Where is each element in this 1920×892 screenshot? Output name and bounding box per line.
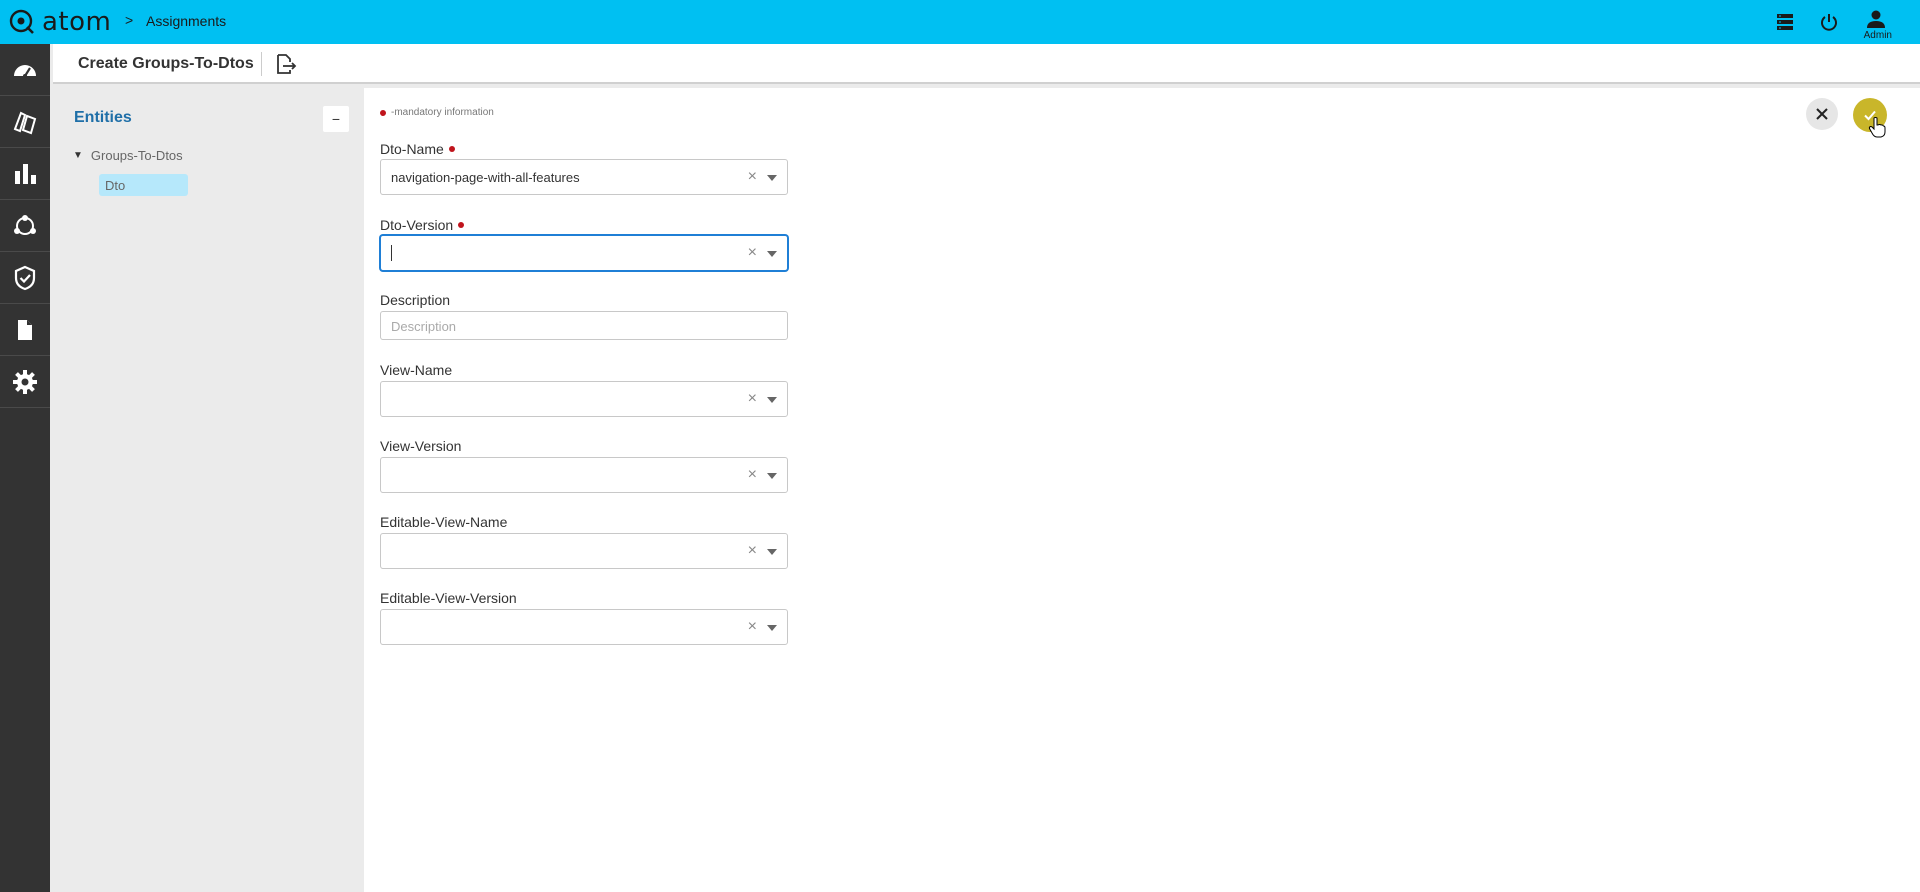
breadcrumb[interactable]: Assignments xyxy=(146,13,226,29)
server-icon[interactable] xyxy=(1773,10,1797,34)
view-name-label-text: View-Name xyxy=(380,362,453,378)
power-icon[interactable] xyxy=(1817,10,1841,34)
editable-view-name-select[interactable]: × xyxy=(380,533,788,569)
app-logo[interactable]: atom xyxy=(8,8,111,36)
dto-name-value: navigation-page-with-all-features xyxy=(391,170,580,185)
chevron-down-icon[interactable] xyxy=(767,175,777,181)
clear-icon[interactable]: × xyxy=(748,168,757,186)
mandatory-note: -mandatory information xyxy=(380,107,494,118)
description-input[interactable]: Description xyxy=(380,311,788,340)
clear-icon[interactable]: × xyxy=(748,542,757,560)
nav-dashboard[interactable] xyxy=(0,44,50,96)
clear-icon[interactable]: × xyxy=(748,244,757,262)
sidebar xyxy=(0,44,50,892)
header-divider xyxy=(261,52,262,76)
view-version-label: View-Version xyxy=(380,438,461,454)
bar-chart-icon xyxy=(15,163,36,184)
view-version-select[interactable]: × xyxy=(380,457,788,493)
mouse-pointer-icon xyxy=(1868,117,1886,138)
description-label: Description xyxy=(380,292,450,308)
chevron-down-icon[interactable] xyxy=(767,473,777,479)
editable-view-version-label: Editable-View-Version xyxy=(380,590,517,606)
dto-version-label: Dto-Version xyxy=(380,217,465,233)
entities-title: Entities xyxy=(74,109,132,126)
nav-security[interactable] xyxy=(0,252,50,304)
tree-expand-icon[interactable]: ▼ xyxy=(73,150,83,161)
editable-view-name-label: Editable-View-Name xyxy=(380,514,507,530)
chevron-down-icon[interactable] xyxy=(767,397,777,403)
dashboard-icon xyxy=(14,64,36,78)
cancel-button[interactable] xyxy=(1806,98,1838,130)
view-name-label: View-Name xyxy=(380,362,452,378)
form-panel: -mandatory information Dto-Name navigati… xyxy=(364,88,1920,892)
atom-logo-icon xyxy=(9,9,34,34)
logo-text: atom xyxy=(42,7,112,37)
required-dot-icon xyxy=(380,109,386,116)
tree-item-dto[interactable]: Dto xyxy=(99,174,188,196)
entities-panel: Entities − ▼ Groups-To-Dtos Dto xyxy=(53,88,364,892)
clear-icon[interactable]: × xyxy=(748,390,757,408)
required-dot-icon xyxy=(448,146,455,152)
clear-icon[interactable]: × xyxy=(748,618,757,636)
required-dot-icon xyxy=(458,222,465,228)
description-placeholder: Description xyxy=(391,319,457,334)
document-icon xyxy=(18,319,32,340)
dto-name-label: Dto-Name xyxy=(380,141,455,157)
breadcrumb-separator: > xyxy=(125,12,134,28)
nav-settings[interactable] xyxy=(0,356,50,408)
network-icon xyxy=(14,214,36,235)
dto-name-select[interactable]: navigation-page-with-all-features × xyxy=(380,159,788,195)
chevron-down-icon[interactable] xyxy=(767,251,777,257)
tree-item-label: Groups-To-Dtos xyxy=(90,148,183,163)
close-icon xyxy=(1816,108,1828,120)
tree-item-groups-to-dtos[interactable]: ▼ Groups-To-Dtos xyxy=(73,148,183,163)
view-version-label-text: View-Version xyxy=(380,438,462,454)
view-name-select[interactable]: × xyxy=(380,381,788,417)
mandatory-note-text: -mandatory information xyxy=(391,107,494,118)
chevron-down-icon[interactable] xyxy=(767,549,777,555)
dto-version-label-text: Dto-Version xyxy=(380,217,454,233)
gear-icon xyxy=(13,369,37,394)
editable-view-name-label-text: Editable-View-Name xyxy=(380,514,508,530)
export-document-icon[interactable] xyxy=(273,52,297,76)
description-label-text: Description xyxy=(380,292,451,308)
user-icon[interactable] xyxy=(1864,7,1888,31)
editable-view-version-select[interactable]: × xyxy=(380,609,788,645)
text-cursor xyxy=(391,245,392,261)
collapse-button[interactable]: − xyxy=(323,106,349,132)
nav-analytics[interactable] xyxy=(0,148,50,200)
cards-icon xyxy=(13,111,37,134)
page-title: Create Groups-To-Dtos xyxy=(78,55,254,72)
shield-check-icon xyxy=(14,265,36,290)
dto-name-label-text: Dto-Name xyxy=(380,141,444,157)
editable-view-version-label-text: Editable-View-Version xyxy=(380,590,517,606)
chevron-down-icon[interactable] xyxy=(767,625,777,631)
nav-network[interactable] xyxy=(0,200,50,252)
clear-icon[interactable]: × xyxy=(748,466,757,484)
page-header: Create Groups-To-Dtos xyxy=(53,44,1920,84)
nav-documents[interactable] xyxy=(0,304,50,356)
dto-version-select[interactable]: × xyxy=(380,235,788,271)
nav-cards[interactable] xyxy=(0,96,50,148)
user-label[interactable]: Admin xyxy=(1864,30,1892,41)
top-bar: atom > Assignments Admin xyxy=(0,0,1920,44)
